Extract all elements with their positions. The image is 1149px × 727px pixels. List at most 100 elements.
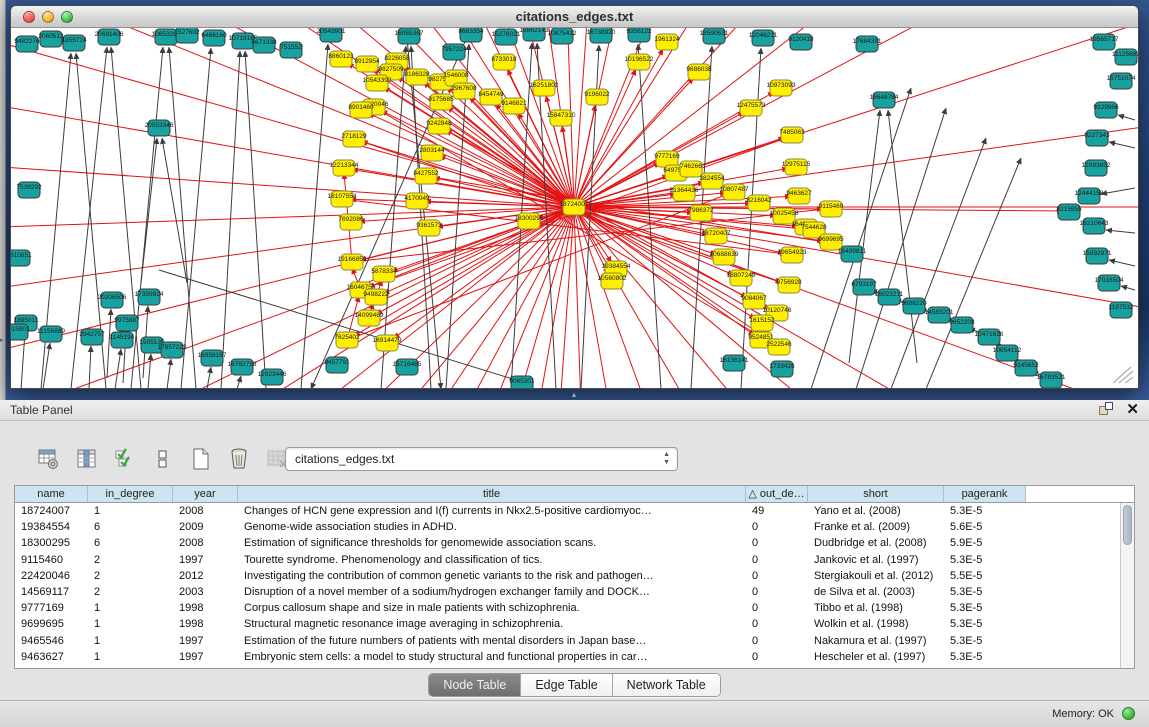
- black-edge[interactable]: [245, 51, 266, 388]
- table-cell[interactable]: 0: [746, 519, 808, 535]
- table-cell[interactable]: 0: [746, 535, 808, 551]
- red-edge[interactable]: [574, 207, 1138, 388]
- new-column-icon[interactable]: [188, 446, 214, 472]
- graph-node[interactable]: 18720407: [702, 228, 731, 244]
- table-cell[interactable]: 0: [746, 568, 808, 584]
- table-cell[interactable]: Jankovic et al. (1997): [808, 552, 944, 568]
- graph-node[interactable]: 16023211: [875, 289, 904, 305]
- table-cell[interactable]: 1998: [173, 616, 238, 632]
- citation-network-graph[interactable]: 1872400788601238912954822605898275098186…: [11, 28, 1138, 388]
- table-row[interactable]: 1872400712008Changes of HCN gene express…: [15, 503, 1134, 519]
- column-header-title[interactable]: title: [238, 486, 746, 502]
- table-cell[interactable]: Genome-wide association studies in ADHD.: [238, 519, 746, 535]
- graph-node[interactable]: 4671338: [251, 37, 277, 53]
- table-row[interactable]: 946554611997Estimation of the future num…: [15, 633, 1134, 649]
- table-cell[interactable]: 49: [746, 503, 808, 519]
- table-cell[interactable]: Hescheler et al. (1997): [808, 649, 944, 665]
- red-edge[interactable]: [11, 207, 574, 388]
- table-cell[interactable]: 22420046: [15, 568, 88, 584]
- table-cell[interactable]: 1: [88, 633, 173, 649]
- table-cell[interactable]: Estimation of the future numbers of pati…: [238, 633, 746, 649]
- table-cell[interactable]: 9777169: [15, 600, 88, 616]
- graph-node[interactable]: 1615152: [749, 315, 775, 331]
- table-cell[interactable]: 1997: [173, 633, 238, 649]
- table-cell[interactable]: 18300295: [15, 535, 88, 551]
- table-row[interactable]: 1830029562008Estimation of significance …: [15, 535, 1134, 551]
- table-cell[interactable]: de Silva et al. (2003): [808, 584, 944, 600]
- table-cell[interactable]: 2: [88, 552, 173, 568]
- red-edge[interactable]: [574, 28, 1138, 207]
- black-edge[interactable]: [1109, 142, 1135, 148]
- graph-node[interactable]: 2967608: [451, 83, 477, 99]
- table-cell[interactable]: Embryonic stem cells: a model to study s…: [238, 649, 746, 665]
- graph-node[interactable]: 8733018: [491, 54, 517, 70]
- table-cell[interactable]: Dudbridge et al. (2008): [808, 535, 944, 551]
- graph-node[interactable]: 7986372: [688, 205, 714, 221]
- red-edge[interactable]: [494, 207, 574, 388]
- table-cell[interactable]: 19384554: [15, 519, 88, 535]
- graph-node[interactable]: 2060513: [38, 31, 64, 47]
- graph-node[interactable]: 8860123: [328, 51, 354, 67]
- graph-node[interactable]: 8186328: [404, 69, 430, 85]
- graph-node[interactable]: 17359924: [135, 289, 164, 305]
- graph-node[interactable]: 2803144: [419, 145, 445, 161]
- graph-node[interactable]: 7957224: [441, 44, 467, 60]
- graph-node[interactable]: 2522546: [766, 339, 792, 355]
- table-scrollbar[interactable]: [1120, 503, 1134, 669]
- graph-node[interactable]: 12213344: [330, 160, 359, 176]
- graph-node[interactable]: 9886220: [901, 298, 927, 314]
- table-cell[interactable]: 5.3E-5: [944, 633, 1026, 649]
- black-edge[interactable]: [237, 376, 241, 388]
- table-cell[interactable]: 1998: [173, 600, 238, 616]
- split-pane-handle[interactable]: ▴: [568, 391, 580, 398]
- graph-node[interactable]: 19654923: [778, 247, 807, 263]
- graph-node[interactable]: 9175685: [428, 94, 454, 110]
- graph-node[interactable]: 9120418: [788, 34, 814, 50]
- graph-node[interactable]: 9652208: [949, 317, 975, 333]
- graph-node[interactable]: 10807487: [720, 184, 749, 200]
- table-cell[interactable]: 9465546: [15, 633, 88, 649]
- graph-node[interactable]: 10471626: [975, 329, 1004, 345]
- tab-network-table[interactable]: Network Table: [613, 674, 720, 696]
- graph-node[interactable]: 4170049: [404, 193, 430, 209]
- graph-node[interactable]: 19862143: [520, 28, 549, 41]
- black-edge[interactable]: [1121, 286, 1135, 290]
- red-edge[interactable]: [574, 207, 614, 388]
- black-edge[interactable]: [167, 359, 171, 388]
- red-edge[interactable]: [574, 28, 1138, 207]
- graph-node[interactable]: 8427552: [413, 168, 439, 184]
- table-cell[interactable]: Nakamura et al. (1997): [808, 633, 944, 649]
- graph-node[interactable]: 12975115: [782, 159, 811, 175]
- graph-node[interactable]: 9356122: [626, 28, 652, 42]
- table-cell[interactable]: Investigating the contribution of common…: [238, 568, 746, 584]
- graph-node[interactable]: 20206506: [98, 292, 127, 308]
- black-edge[interactable]: [107, 309, 111, 378]
- table-cell[interactable]: 5.3E-5: [944, 584, 1026, 600]
- table-cell[interactable]: 14569117: [15, 584, 88, 600]
- tab-node-table[interactable]: Node Table: [429, 674, 521, 696]
- table-cell[interactable]: 2009: [173, 519, 238, 535]
- table-row[interactable]: 946362711997Embryonic stem cells: a mode…: [15, 649, 1134, 665]
- graph-node[interactable]: 9457791: [324, 357, 350, 373]
- graph-node[interactable]: 16914479: [373, 335, 402, 351]
- table-cell[interactable]: 9699695: [15, 616, 88, 632]
- table-cell[interactable]: 0: [746, 600, 808, 616]
- table-cell[interactable]: 18724007: [15, 503, 88, 519]
- red-edge[interactable]: [574, 207, 1138, 388]
- table-cell[interactable]: 5.3E-5: [944, 649, 1026, 665]
- graph-node[interactable]: 9361573: [416, 220, 442, 236]
- graph-node[interactable]: 10196522: [625, 54, 654, 70]
- black-edge[interactable]: [856, 108, 946, 388]
- graph-node[interactable]: 1187532: [1109, 302, 1134, 318]
- float-panel-icon[interactable]: [1099, 402, 1114, 417]
- graph-node[interactable]: 1733426: [769, 361, 795, 377]
- table-cell[interactable]: 5.9E-5: [944, 535, 1026, 551]
- column-header-out_de[interactable]: △ out_de…: [746, 486, 808, 502]
- network-view-window[interactable]: citations_edges.txt 18724007886012389129…: [10, 5, 1139, 389]
- red-edge[interactable]: [574, 207, 1138, 388]
- black-edge[interactable]: [162, 138, 187, 283]
- table-cell[interactable]: 2012: [173, 568, 238, 584]
- graph-node[interactable]: 16782759: [228, 359, 257, 375]
- graph-node[interactable]: 9196022: [584, 89, 610, 105]
- table-cell[interactable]: 2003: [173, 584, 238, 600]
